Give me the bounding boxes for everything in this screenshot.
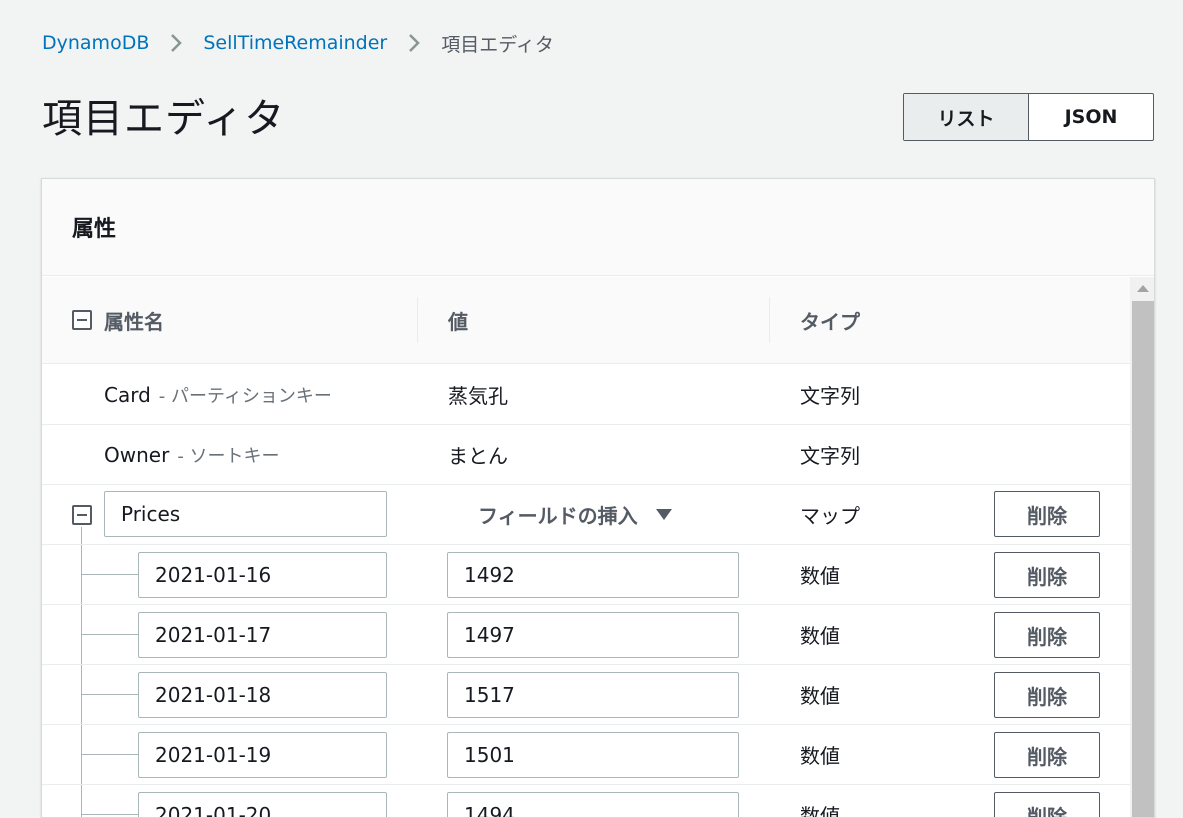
delete-button[interactable]: 削除 [994, 612, 1100, 658]
toggle-list-button[interactable]: リスト [904, 94, 1029, 140]
delete-button[interactable]: 削除 [994, 792, 1100, 817]
attribute-type: 数値 [800, 564, 840, 588]
attribute-type: 数値 [800, 744, 840, 768]
scrollbar[interactable] [1130, 277, 1154, 817]
attribute-type: 文字列 [800, 384, 860, 408]
caret-down-icon [655, 509, 672, 520]
tree-branch [81, 694, 139, 695]
map-collapse-cell [72, 485, 92, 544]
field-value-input[interactable]: 1517 [447, 672, 739, 718]
toggle-json-button[interactable]: JSON [1029, 94, 1153, 140]
breadcrumb: DynamoDB SellTimeRemainder 項目エディタ [42, 30, 554, 56]
attribute-value: まとん [448, 444, 508, 468]
table-row: Card - パーティションキー 蒸気孔 文字列 [42, 365, 1130, 425]
table-row: 2021-01-18 1517 数値 削除 [42, 665, 1130, 725]
column-value: 値 [448, 309, 468, 334]
attribute-type: 数値 [800, 804, 840, 818]
field-value-input[interactable]: 1494 [447, 792, 739, 817]
column-divider [417, 297, 418, 343]
breadcrumb-link-table[interactable]: SellTimeRemainder [203, 32, 387, 54]
collapse-map-icon[interactable] [72, 504, 92, 525]
attribute-type: 数値 [800, 624, 840, 648]
field-key-input[interactable]: 2021-01-16 [138, 552, 387, 598]
attribute-name: Owner [104, 442, 170, 467]
column-divider [769, 297, 770, 343]
field-value-input[interactable]: 1492 [447, 552, 739, 598]
field-value-input[interactable]: 1501 [447, 732, 739, 778]
tree-branch [81, 574, 139, 575]
insert-field-button[interactable]: フィールドの挿入 [478, 485, 672, 544]
field-key-input[interactable]: 2021-01-19 [138, 732, 387, 778]
scroll-thumb[interactable] [1132, 301, 1154, 817]
breadcrumb-current: 項目エディタ [441, 33, 554, 56]
tree-branch [81, 754, 139, 755]
panel-title: 属性 [72, 217, 117, 242]
view-toggle: リスト JSON [903, 93, 1154, 141]
table-row: Owner - ソートキー まとん 文字列 [42, 425, 1130, 485]
collapse-all-icon[interactable] [72, 310, 92, 330]
delete-button[interactable]: 削除 [994, 552, 1100, 598]
delete-button[interactable]: 削除 [994, 672, 1100, 718]
delete-button[interactable]: 削除 [994, 491, 1100, 537]
field-key-input[interactable]: 2021-01-20 [138, 792, 387, 817]
insert-field-label: フィールドの挿入 [478, 504, 638, 528]
table-row: 2021-01-17 1497 数値 削除 [42, 605, 1130, 665]
column-attribute-name: 属性名 [72, 277, 164, 363]
column-type: タイプ [800, 309, 860, 334]
panel-header: 属性 [42, 179, 1154, 276]
map-row: Prices フィールドの挿入 マップ 削除 [42, 485, 1130, 545]
attributes-panel: 属性 属性名 値 タイプ Card - パーティションキー 蒸気孔 文字列 Ow… [41, 178, 1155, 818]
chevron-right-icon [171, 34, 183, 52]
table-row: 2021-01-20 1494 数値 削除 [42, 785, 1130, 818]
page-title: 項目エディタ [42, 96, 286, 142]
key-type-label: - ソートキー [177, 445, 280, 467]
table-row: 2021-01-19 1501 数値 削除 [42, 725, 1130, 785]
tree-branch [81, 814, 139, 815]
table-row: 2021-01-16 1492 数値 削除 [42, 545, 1130, 605]
attribute-name: Card [104, 382, 151, 407]
scroll-up-arrow-icon[interactable] [1137, 285, 1149, 292]
tree-branch [81, 634, 139, 635]
field-key-input[interactable]: 2021-01-18 [138, 672, 387, 718]
field-key-input[interactable]: 2021-01-17 [138, 612, 387, 658]
attribute-type: マップ [800, 504, 860, 528]
attribute-type: 数値 [800, 684, 840, 708]
delete-button[interactable]: 削除 [994, 732, 1100, 778]
map-name-input[interactable]: Prices [104, 491, 387, 537]
chevron-right-icon [409, 34, 421, 52]
attribute-type: 文字列 [800, 444, 860, 468]
attribute-value: 蒸気孔 [448, 384, 508, 408]
key-type-label: - パーティションキー [158, 385, 332, 407]
table-header: 属性名 値 タイプ [42, 277, 1130, 364]
breadcrumb-link-dynamodb[interactable]: DynamoDB [42, 32, 149, 54]
attribute-name-cell: Card - パーティションキー [104, 365, 332, 424]
attribute-name-cell: Owner - ソートキー [104, 425, 280, 484]
column-attribute-name-label: 属性名 [104, 309, 164, 334]
field-value-input[interactable]: 1497 [447, 612, 739, 658]
